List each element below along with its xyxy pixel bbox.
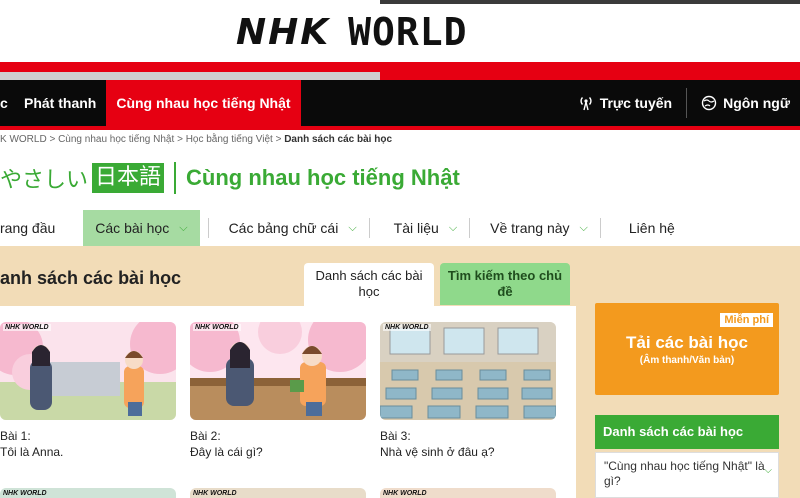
sub-nav: rang đầu Các bài học ⌵ Các bảng chữ cái … <box>0 210 800 246</box>
lesson-3-title: Nhà vệ sinh ở đâu ạ? <box>380 445 495 459</box>
sidebar-about-link[interactable]: "Cùng nhau học tiếng Nhật" là gì? ⌵ <box>595 452 779 498</box>
lesson-2-title: Đây là cái gì? <box>190 445 263 459</box>
lesson-panel: NHK WORLD Bài 1: Tôi là Anna. NHK WORLD … <box>0 306 576 498</box>
tab-lesson-list[interactable]: Danh sách các bài học <box>304 263 434 307</box>
breadcrumb-separator: > <box>177 134 183 145</box>
breadcrumb-vietnamese[interactable]: Học bằng tiếng Việt <box>186 134 273 145</box>
nav-item-learn-japanese[interactable]: Cùng nhau học tiếng Nhật <box>106 80 301 126</box>
main-nav: c Phát thanh Cùng nhau học tiếng Nhật Tr… <box>0 80 800 126</box>
lesson-1-title: Tôi là Anna. <box>0 445 64 459</box>
subnav-home-label: rang đầu <box>0 220 56 236</box>
header-red-stripe <box>0 62 800 72</box>
chevron-down-icon: ⌵ <box>179 221 188 234</box>
lesson-1-number: Bài 1: <box>0 429 31 443</box>
header-gray-stripe <box>0 72 380 80</box>
program-title-divider <box>174 162 177 194</box>
nav-item-radio[interactable]: Phát thanh <box>14 80 106 126</box>
program-title[interactable]: やさしい 日本語 Cùng nhau học tiếng Nhật <box>0 160 460 196</box>
subnav-alphabets[interactable]: Các bảng chữ cái ⌵ <box>217 210 369 246</box>
lesson-card-3[interactable]: NHK WORLD Bài 3: Nhà vệ sinh ở đâu ạ? <box>380 322 556 460</box>
breadcrumb-current: Danh sách các bài học <box>284 134 393 145</box>
sidebar-lesson-list-link[interactable]: Danh sách các bài học <box>595 415 779 449</box>
nhk-world-badge: NHK WORLD <box>3 324 51 331</box>
breadcrumb: K WORLD > Cùng nhau học tiếng Nhật > Học… <box>0 134 392 145</box>
subnav-about-label: Về trang này <box>490 220 570 236</box>
logo-nhk-text: NHK <box>236 11 331 53</box>
nav-right-group: Trực tuyến Ngôn ngữ <box>568 80 800 126</box>
subnav-materials[interactable]: Tài liệu ⌵ <box>382 210 469 246</box>
subnav-divider <box>469 218 471 238</box>
header-dark-edge <box>380 0 800 4</box>
nhk-world-badge: NHK WORLD <box>193 490 237 497</box>
breadcrumb-separator: > <box>275 134 282 145</box>
subnav-contact[interactable]: Liên hệ <box>617 210 687 246</box>
subnav-home[interactable]: rang đầu <box>0 210 67 246</box>
language-button[interactable]: Ngôn ngữ <box>691 80 800 126</box>
nav-red-underline <box>0 126 800 130</box>
live-button[interactable]: Trực tuyến <box>568 80 682 126</box>
chevron-down-icon: ⌵ <box>348 221 357 234</box>
lesson-2-illustration <box>190 322 366 420</box>
chevron-down-icon: ⌵ <box>764 465 772 476</box>
language-label: Ngôn ngữ <box>723 95 790 111</box>
download-lessons-button[interactable]: Miễn phí Tải các bài học (Âm thanh/Văn b… <box>595 303 779 395</box>
nhk-world-badge: NHK WORLD <box>383 324 431 331</box>
nhk-world-badge: NHK WORLD <box>193 324 241 331</box>
header-red-stripe-right <box>380 72 800 80</box>
subnav-divider <box>368 218 370 238</box>
lesson-list-heading: anh sách các bài học <box>0 268 182 288</box>
globe-icon <box>701 95 717 111</box>
top-header: NHK WORLD <box>0 0 800 62</box>
lesson-1-thumbnail: NHK WORLD <box>0 322 176 420</box>
lesson-card-1[interactable]: NHK WORLD Bài 1: Tôi là Anna. <box>0 322 176 460</box>
lesson-3-thumbnail: NHK WORLD <box>380 322 556 420</box>
lesson-1-illustration <box>0 322 176 420</box>
subnav-lessons[interactable]: Các bài học ⌵ <box>83 210 200 246</box>
download-subtitle: (Âm thanh/Văn bản) <box>639 355 735 366</box>
tab-search-by-topic[interactable]: Tìm kiếm theo chủ đề <box>440 263 570 305</box>
lesson-card-4-thumbnail-partial[interactable]: NHK WORLD <box>0 488 176 498</box>
subnav-alphabets-label: Các bảng chữ cái <box>228 220 339 236</box>
breadcrumb-program[interactable]: Cùng nhau học tiếng Nhật <box>58 134 174 145</box>
nhk-world-badge: NHK WORLD <box>3 490 47 497</box>
subnav-lessons-label: Các bài học <box>95 220 170 236</box>
lesson-2-thumbnail: NHK WORLD <box>190 322 366 420</box>
chevron-down-icon: ⌵ <box>448 221 458 234</box>
breadcrumb-separator: > <box>49 134 56 145</box>
program-name: Cùng nhau học tiếng Nhật <box>186 165 460 190</box>
lesson-card-5-thumbnail-partial[interactable]: NHK WORLD <box>190 488 366 498</box>
program-logo-nihongo: 日本語 <box>92 163 165 193</box>
lesson-3-number: Bài 3: <box>380 429 411 443</box>
program-logo-yasashii: やさしい <box>0 168 89 193</box>
lesson-card-6-thumbnail-partial[interactable]: NHK WORLD <box>380 488 556 498</box>
lesson-2-number: Bài 2: <box>190 429 221 443</box>
subnav-materials-label: Tài liệu <box>393 220 439 236</box>
sidebar-about-text: "Cùng nhau học tiếng Nhật" là gì? <box>604 459 765 488</box>
live-antenna-icon <box>580 97 592 111</box>
lesson-card-2[interactable]: NHK WORLD Bài 2: Đây là cái gì? <box>190 322 366 460</box>
subnav-divider <box>207 218 209 238</box>
nhk-world-badge: NHK WORLD <box>383 490 427 497</box>
live-label: Trực tuyến <box>599 95 673 111</box>
chevron-down-icon: ⌵ <box>579 221 588 234</box>
download-title: Tải các bài học <box>626 333 748 352</box>
logo-world-text: WORLD <box>348 10 468 54</box>
nav-item-truncated[interactable]: c <box>0 80 14 126</box>
subnav-contact-label: Liên hệ <box>628 220 675 236</box>
free-badge: Miễn phí <box>720 313 773 327</box>
nhk-world-logo[interactable]: NHK WORLD <box>236 10 468 54</box>
breadcrumb-home[interactable]: K WORLD <box>0 134 47 145</box>
lesson-3-illustration <box>380 322 556 420</box>
subnav-divider <box>599 218 601 238</box>
nav-divider <box>686 88 688 118</box>
subnav-about[interactable]: Về trang này ⌵ <box>478 210 600 246</box>
